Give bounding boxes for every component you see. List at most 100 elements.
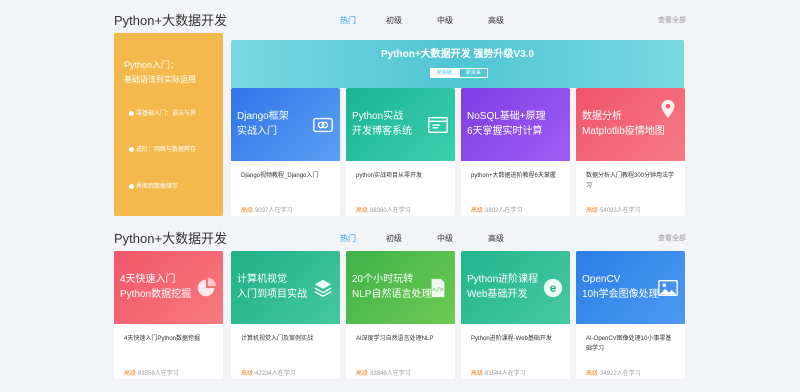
banner-title: Python+大数据开发 强势升级V3.0 [380,49,535,60]
course-card[interactable]: 计算机视觉 入门到项目实战 计算机视觉入门及案例实战 高级·42234人在学习 [231,251,340,379]
promo-item[interactable]: 进阶：网络与数据爬存 [129,146,196,154]
tab-intermediate[interactable]: 中级 [437,16,453,26]
course-level: 高级 [471,371,484,377]
card-body: AI-OpenCV图像处理10小事零基础学习 高级·34922人在学习 [576,324,685,377]
tab-hot[interactable]: 热门 [340,16,356,26]
course-card[interactable]: 数据分析 Matplotlib疫情地图 数据分析入门教程300分钟用法学习 高级… [576,88,685,216]
course-card[interactable]: 4天快速入门 Python数据挖掘 4天快速入门Python数据挖掘 高级·83… [114,251,223,379]
thumbnail-text: 20个小时玩转 NLP自然语言处理 [352,274,432,300]
tab-beginner[interactable]: 初级 [386,234,402,244]
view-all-link[interactable]: 查看全部 [658,234,686,244]
learner-count: ·33846人在学习 [368,371,411,377]
tab-intermediate[interactable]: 中级 [437,234,453,244]
course-level: 高级 [241,371,254,377]
course-name: Python进阶课程-Web基础开发 [471,336,552,342]
promo-item[interactable]: 零基础入门：语法与界 [129,110,196,118]
course-thumbnail: Python实战 开发博客系统 [346,88,455,161]
tab-beginner[interactable]: 初级 [386,16,402,26]
course-thumbnail: NoSQL基础+原理 6天掌握实时计算 [461,88,570,161]
bullet-icon [129,146,134,152]
course-meta: 高级·88380人在学习 [356,207,411,215]
course-meta: 高级·34922人在学习 [586,370,641,378]
course-level: 高级 [241,208,254,214]
learner-count: ·83556人在学习 [136,371,179,377]
course-name: Django视频教程_Django入门 [241,173,319,179]
promo-banner[interactable]: Python+大数据开发 强势升级V3.0 新突破 新未来 [231,40,684,88]
course-level: 高级 [356,208,369,214]
section-python-bigdata-1: Python+大数据开发 热门 初级 中级 高级 查看全部 Python入门： … [114,13,686,216]
tab-advanced[interactable]: 高级 [488,16,504,26]
card-body: Django视频教程_Django入门 高级·9037人在学习 [231,161,340,214]
promo-title: Python入门： [124,60,180,70]
tab-advanced[interactable]: 高级 [488,234,504,244]
section-tabs: 热门 初级 中级 高级 [340,16,504,26]
bullet-icon [129,110,134,116]
promo-card[interactable]: Python入门： 基础语法到实际运用 零基础入门：语法与界 进阶：网络与数据爬… [114,33,223,216]
banner-pill: 新未来 [459,68,489,78]
course-thumbnail: Python进阶课程 Web基础开发 e [461,251,570,324]
tab-hot[interactable]: 热门 [340,234,356,244]
course-thumbnail: OpenCV 10h学会图像处理 [576,251,685,324]
thumbnail-text: Django框架 实战入门 [237,111,289,137]
image-icon [658,279,678,297]
svg-text:</>: </> [432,287,444,294]
course-card[interactable]: Django框架 实战入门 Django视频教程_Django入门 高级·903… [231,88,340,216]
learner-count: ·81544人在学习 [483,371,526,377]
course-meta: 高级·3802人在学习 [471,207,522,215]
section-tabs: 热门 初级 中级 高级 [340,234,504,244]
link-icon [313,117,333,133]
card-body: python实战项目从零开发 高级·88380人在学习 [346,161,455,214]
view-all-link[interactable]: 查看全部 [658,16,686,26]
learner-count: ·9037人在学习 [253,208,293,214]
browser-e-icon: e [543,278,563,298]
card-body: 4天快速入门Python数据挖掘 高级·83556人在学习 [114,324,223,377]
learner-count: ·54093人在学习 [598,208,641,214]
course-name: 数据分析入门教程300分钟用法学习 [586,173,675,189]
section-python-bigdata-2: Python+大数据开发 热门 初级 中级 高级 查看全部 4天快速入门 Pyt… [114,231,686,379]
thumbnail-text: 4天快速入门 Python数据挖掘 [120,274,192,300]
browser-icon [428,116,448,134]
course-name: AI-OpenCV图像处理10小事零基础学习 [586,336,672,352]
section-title: Python+大数据开发 [114,231,228,246]
course-meta: 高级·83556人在学习 [124,370,179,378]
course-card[interactable]: 20个小时玩转 NLP自然语言处理 </> AI深度学习自然语言处理NLP 高级… [346,251,455,379]
learner-count: ·3802人在学习 [483,208,523,214]
course-meta: 高级·33846人在学习 [356,370,411,378]
course-thumbnail: 数据分析 Matplotlib疫情地图 [576,88,685,161]
course-name: python实战项目从零开发 [356,173,423,179]
card-body: AI深度学习自然语言处理NLP 高级·33846人在学习 [346,324,455,377]
course-thumbnail: 计算机视觉 入门到项目实战 [231,251,340,324]
course-thumbnail: 20个小时玩转 NLP自然语言处理 </> [346,251,455,324]
course-name: python+大数据进阶教程6天掌握 [471,173,556,179]
course-thumbnail: 4天快速入门 Python数据挖掘 [114,251,223,324]
course-level: 高级 [471,208,484,214]
course-card[interactable]: NoSQL基础+原理 6天掌握实时计算 python+大数据进阶教程6天掌握 高… [461,88,570,216]
thumbnail-text: Python进阶课程 Web基础开发 [467,274,539,300]
course-thumbnail: Django框架 实战入门 [231,88,340,161]
course-name: AI深度学习自然语言处理NLP [356,336,434,342]
course-level: 高级 [356,371,369,377]
thumbnail-text: 计算机视觉 入门到项目实战 [237,274,307,300]
thumbnail-text: Python实战 开发博客系统 [352,111,412,137]
pie-chart-icon [197,277,217,297]
card-body: 计算机视觉入门及案例实战 高级·42234人在学习 [231,324,340,377]
promo-item[interactable]: 界面到数据储存 [129,183,178,191]
course-card[interactable]: OpenCV 10h学会图像处理 AI-OpenCV图像处理10小事零基础学习 … [576,251,685,379]
thumbnail-text: NoSQL基础+原理 6天掌握实时计算 [467,111,546,137]
banner-pills: 新突破 新未来 [430,68,489,78]
thumbnail-text: OpenCV 10h学会图像处理 [582,274,659,300]
course-card[interactable]: Python进阶课程 Web基础开发 e Python进阶课程-Web基础开发 … [461,251,570,379]
course-level: 高级 [124,371,137,377]
layers-icon [314,279,332,298]
course-level: 高级 [586,208,599,214]
thumbnail-text: 数据分析 Matplotlib疫情地图 [582,111,665,137]
course-meta: 高级·42234人在学习 [241,370,296,378]
code-file-icon: </> [431,278,445,298]
course-card[interactable]: Python实战 开发博客系统 python实战项目从零开发 高级·88380人… [346,88,455,216]
bullet-icon [129,183,134,189]
map-pin-icon [661,99,675,119]
learner-count: ·88380人在学习 [368,208,411,214]
banner-pill: 新突破 [430,68,460,78]
card-body: python+大数据进阶教程6天掌握 高级·3802人在学习 [461,161,570,214]
card-body: 数据分析入门教程300分钟用法学习 高级·54093人在学习 [576,161,685,214]
